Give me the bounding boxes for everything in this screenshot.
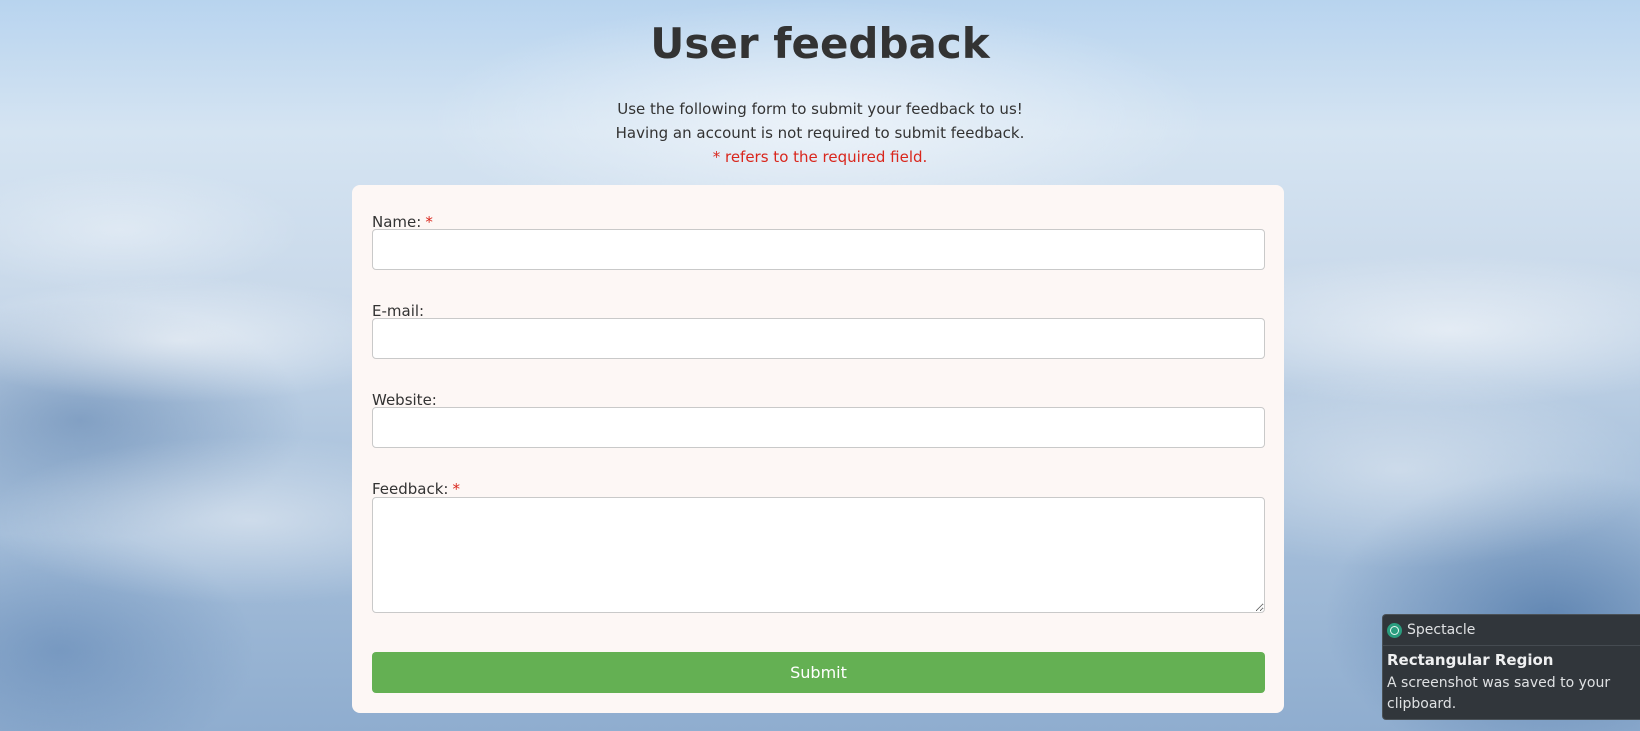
submit-button[interactable]: Submit xyxy=(372,652,1265,693)
screenshot-notification[interactable]: Spectacle Rectangular Region A screensho… xyxy=(1382,614,1640,720)
notification-app-name: Spectacle xyxy=(1407,622,1476,638)
spectacle-icon xyxy=(1387,622,1402,638)
intro-line-2: Having an account is not required to sub… xyxy=(615,124,1025,142)
feedback-form: Name: * E-mail: Website: Feedback: * Submi… xyxy=(352,185,1284,713)
feedback-label-text: Feedback: xyxy=(372,480,449,498)
page-title: User feedback xyxy=(650,19,990,68)
notification-title: Rectangular Region xyxy=(1387,651,1554,669)
notification-divider xyxy=(1383,645,1640,646)
intro-line-1: Use the following form to submit your fe… xyxy=(617,100,1023,118)
feedback-textarea[interactable] xyxy=(372,497,1265,613)
notification-body: A screenshot was saved to your clipboard… xyxy=(1387,675,1611,712)
intro-text: Use the following form to submit your fe… xyxy=(0,97,1640,169)
notification-header: Spectacle xyxy=(1387,621,1475,639)
feedback-label: Feedback: * xyxy=(372,479,460,499)
website-input[interactable] xyxy=(372,407,1265,448)
name-input[interactable] xyxy=(372,229,1265,270)
required-field-note: * refers to the required field. xyxy=(712,148,928,166)
email-input[interactable] xyxy=(372,318,1265,359)
feedback-required-mark: * xyxy=(452,480,461,498)
